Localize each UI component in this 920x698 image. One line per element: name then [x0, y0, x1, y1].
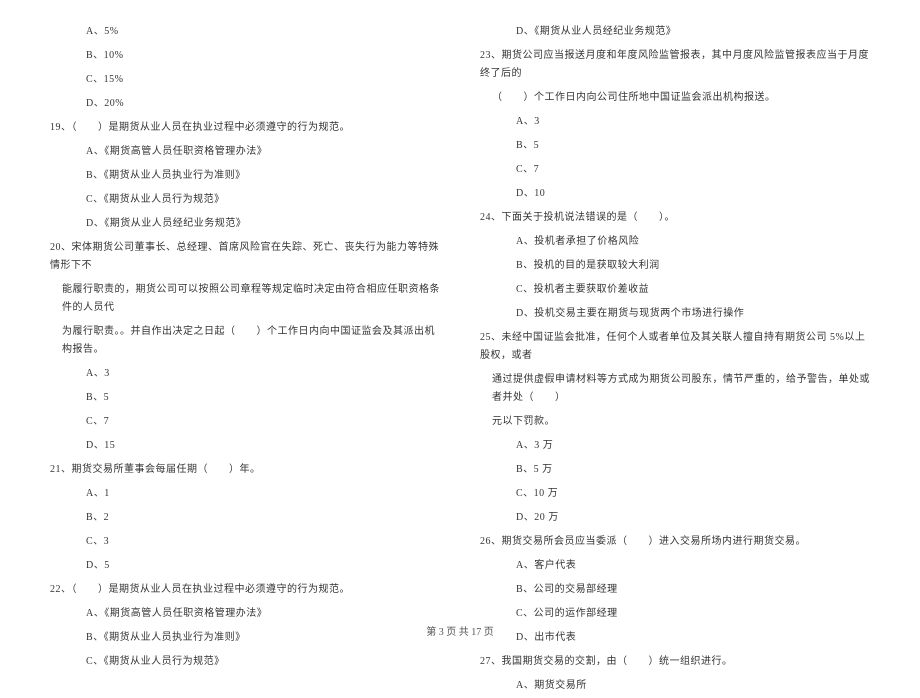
q21-stem: 21、期货交易所董事会每届任期（ ）年。 [50, 458, 440, 482]
q26-option-b: B、公司的交易部经理 [480, 578, 870, 602]
q24-option-d: D、投机交易主要在期货与现货两个市场进行操作 [480, 302, 870, 326]
right-column: D、《期货从业人员经纪业务规范》 23、期货公司应当报送月度和年度风险监管报表，… [480, 20, 870, 698]
q20-option-d: D、15 [50, 434, 440, 458]
q24-option-c: C、投机者主要获取价差收益 [480, 278, 870, 302]
q21-option-c: C、3 [50, 530, 440, 554]
q22-stem: 22、（ ）是期货从业人员在执业过程中必须遵守的行为规范。 [50, 578, 440, 602]
left-column: A、5% B、10% C、15% D、20% 19、（ ）是期货从业人员在执业过… [50, 20, 440, 698]
q23-stem-line1: 23、期货公司应当报送月度和年度风险监管报表，其中月度风险监管报表应当于月度终了… [480, 44, 870, 86]
q18-option-c: C、15% [50, 68, 440, 92]
q18-option-a: A、5% [50, 20, 440, 44]
q24-stem: 24、下面关于投机说法错误的是（ ）。 [480, 206, 870, 230]
q19-stem: 19、（ ）是期货从业人员在执业过程中必须遵守的行为规范。 [50, 116, 440, 140]
q25-stem-line1: 25、未经中国证监会批准，任何个人或者单位及其关联人擅自持有期货公司 5%以上股… [480, 326, 870, 368]
q24-option-b: B、投机的目的是获取较大利润 [480, 254, 870, 278]
q20-option-a: A、3 [50, 362, 440, 386]
q20-stem-line3: 为履行职责。。并自作出决定之日起（ ）个工作日内向中国证监会及其派出机构报告。 [50, 320, 440, 362]
q21-option-a: A、1 [50, 482, 440, 506]
q23-option-d: D、10 [480, 182, 870, 206]
q26-stem: 26、期货交易所会员应当委派（ ）进入交易所场内进行期货交易。 [480, 530, 870, 554]
q20-stem-line1: 20、宋体期货公司董事长、总经理、首席风险官在失踪、死亡、丧失行为能力等特殊情形… [50, 236, 440, 278]
q19-option-c: C、《期货从业人员行为规范》 [50, 188, 440, 212]
q25-stem-line3: 元以下罚款。 [480, 410, 870, 434]
q19-option-a: A、《期货高管人员任职资格管理办法》 [50, 140, 440, 164]
q23-stem-line2: （ ）个工作日内向公司住所地中国证监会派出机构报送。 [480, 86, 870, 110]
q22-option-c: C、《期货从业人员行为规范》 [50, 650, 440, 674]
q25-option-b: B、5 万 [480, 458, 870, 482]
q21-option-d: D、5 [50, 554, 440, 578]
q27-stem: 27、我国期货交易的交割，由（ ）统一组织进行。 [480, 650, 870, 674]
q26-option-a: A、客户代表 [480, 554, 870, 578]
q27-option-a: A、期货交易所 [480, 674, 870, 698]
q18-option-b: B、10% [50, 44, 440, 68]
q19-option-d: D、《期货从业人员经纪业务规范》 [50, 212, 440, 236]
q22-option-d: D、《期货从业人员经纪业务规范》 [480, 20, 870, 44]
q20-option-b: B、5 [50, 386, 440, 410]
q25-option-d: D、20 万 [480, 506, 870, 530]
exam-page: A、5% B、10% C、15% D、20% 19、（ ）是期货从业人员在执业过… [0, 0, 920, 698]
q21-option-b: B、2 [50, 506, 440, 530]
q25-option-c: C、10 万 [480, 482, 870, 506]
q25-stem-line2: 通过提供虚假申请材料等方式成为期货公司股东，情节严重的，给予警告，单处或者并处（… [480, 368, 870, 410]
q20-option-c: C、7 [50, 410, 440, 434]
q23-option-b: B、5 [480, 134, 870, 158]
q19-option-b: B、《期货从业人员执业行为准则》 [50, 164, 440, 188]
q23-option-c: C、7 [480, 158, 870, 182]
page-footer: 第 3 页 共 17 页 [0, 623, 920, 638]
q20-stem-line2: 能履行职责的，期货公司可以按照公司章程等规定临时决定由符合相应任职资格条件的人员… [50, 278, 440, 320]
q25-option-a: A、3 万 [480, 434, 870, 458]
q24-option-a: A、投机者承担了价格风险 [480, 230, 870, 254]
q23-option-a: A、3 [480, 110, 870, 134]
q18-option-d: D、20% [50, 92, 440, 116]
